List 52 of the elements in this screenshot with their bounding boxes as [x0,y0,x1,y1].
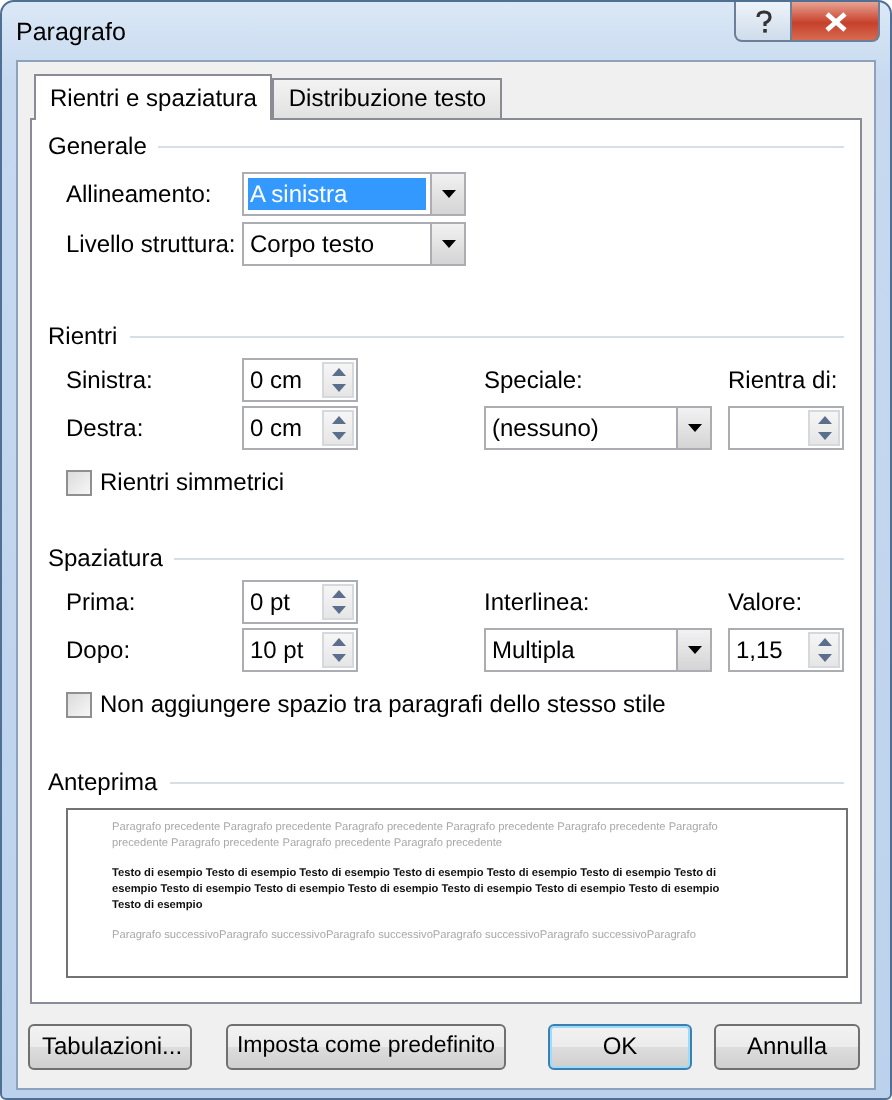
spin-field[interactable]: 0 pt [242,580,358,624]
dialog-button[interactable]: Tabulazioni... [28,1023,192,1069]
spin-field[interactable]: 0 cm [242,358,358,402]
dialog-button[interactable]: OK [548,1023,692,1069]
help-button[interactable] [734,2,792,42]
section-title: Rientri [48,322,118,350]
dropdown[interactable]: (nessuno) [484,406,712,450]
checkbox[interactable] [66,691,92,717]
spin-field[interactable]: 10 pt [242,628,358,672]
dialog-button[interactable]: Imposta come predefinito [226,1023,506,1069]
dropdown[interactable]: Multipla [484,628,712,672]
field-label: Livello struttura: [66,230,238,258]
dropdown-value: (nessuno) [490,412,601,444]
spin-arrows-icon[interactable] [331,368,345,392]
field-label: Allineamento: [66,180,214,208]
field-label: Destra: [66,414,146,442]
section-title: Generale [48,132,147,160]
section-title: Anteprima [48,768,158,796]
caret-icon[interactable] [687,424,701,432]
caret-icon[interactable] [441,240,455,248]
field-label: Dopo: [66,636,133,664]
close-button[interactable] [792,2,880,42]
spin-field[interactable] [728,406,844,450]
dropdown-value: Corpo testo [248,228,377,260]
close-icon[interactable] [823,11,847,31]
spin-arrows-icon[interactable] [817,416,831,440]
window-title: Paragrafo [16,18,126,46]
dropdown-value: A sinistra [248,178,426,210]
spin-arrows-icon[interactable] [331,590,345,614]
field-label: Interlinea: [484,588,592,616]
field-label: Rientra di: [728,366,840,394]
dialog-button[interactable]: Annulla [714,1023,860,1069]
question-mark-icon[interactable] [753,9,773,33]
field-label: Valore: [728,588,805,616]
caret-icon[interactable] [687,646,701,654]
spin-arrows-icon[interactable] [331,416,345,440]
field-label: Sinistra: [66,366,155,394]
section-title: Spaziatura [48,544,163,572]
caret-icon[interactable] [441,190,455,198]
field-label: Speciale: [484,366,585,394]
spin-arrows-icon[interactable] [817,638,831,662]
dropdown-value: Multipla [490,634,577,666]
dropdown[interactable]: Corpo testo [242,222,466,266]
tab[interactable]: Distribuzione testo [272,78,503,118]
checkbox-label: Rientri simmetrici [100,468,285,496]
spin-field[interactable]: 0 cm [242,406,358,450]
field-label: Prima: [66,588,138,616]
checkbox[interactable] [66,469,92,495]
checkbox-label: Non aggiungere spazio tra paragrafi dello stesso stile [100,690,666,718]
tab[interactable]: Rientri e spaziatura [34,74,273,120]
spin-field[interactable]: 1,15 [728,628,844,672]
spin-arrows-icon[interactable] [331,638,345,662]
